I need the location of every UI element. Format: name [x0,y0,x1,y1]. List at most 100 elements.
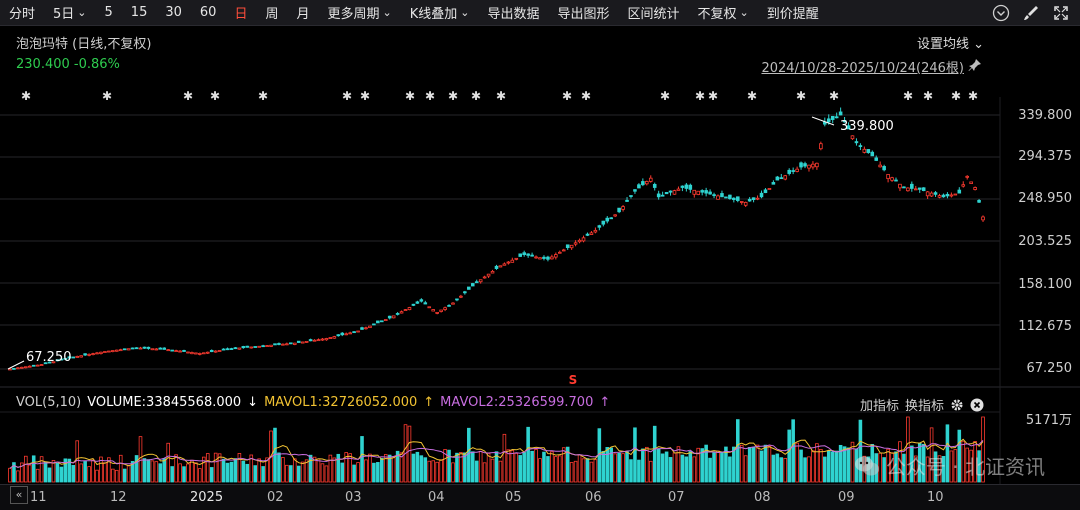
event-marker-icon[interactable]: ✱ [425,89,435,103]
chevron-circle-icon[interactable] [992,4,1010,22]
date-range-link[interactable]: 2024/10/28-2025/10/24(246根) [761,57,964,76]
toolbar-icons [992,0,1070,26]
event-marker-icon[interactable]: ✱ [471,89,481,103]
candle-body [182,350,186,352]
toolbar-item-7[interactable]: 周 [256,0,287,26]
candle-body [506,261,511,264]
expand-icon[interactable] [1052,4,1070,22]
volume-bar [569,462,574,483]
candle-body [194,352,198,355]
event-marker-icon[interactable]: ✱ [183,89,193,103]
event-marker-icon[interactable]: ✱ [258,89,268,103]
time-tick-label: 03 [345,490,362,505]
volume-bar [486,453,491,483]
swap-indicator-button[interactable]: 换指标 [905,395,944,414]
toolbar-item-13[interactable]: 区间统计 [619,0,689,26]
volume-bar [676,446,681,483]
candle-body [696,190,701,195]
event-marker-icon[interactable]: ✱ [496,89,506,103]
event-marker-icon[interactable]: ✱ [581,89,591,103]
candle-body [186,351,190,354]
event-marker-icon[interactable]: ✱ [448,89,458,103]
volume-bar [111,468,115,483]
candle-body [917,187,922,190]
candle-body [474,281,479,284]
volume-bar [633,427,637,483]
volume-bar [613,453,617,483]
candle-body [728,194,732,200]
event-marker-icon[interactable]: ✱ [660,89,670,103]
candle-body [751,197,756,201]
event-marker-icon[interactable]: ✱ [210,89,220,103]
candle-body [71,356,76,359]
toolbar-item-4[interactable]: 30 [156,0,191,26]
event-marker-icon[interactable]: ✱ [829,89,839,103]
time-tick-label: 05 [505,490,522,505]
event-marker-icon[interactable]: ✱ [102,89,112,103]
candle-body [332,336,337,339]
event-marker-icon[interactable]: ✱ [21,89,31,103]
candle-body [419,299,424,302]
candle-body [961,184,966,187]
candle-body [154,348,159,351]
event-marker-icon[interactable]: ✱ [968,89,978,103]
volume-bar [522,452,526,483]
event-s-marker[interactable]: S [569,373,578,387]
pin-icon[interactable] [968,58,982,72]
event-marker-icon[interactable]: ✱ [360,89,370,103]
kline-chart[interactable]: ✱ ✱ ✱ ✱ ✱ ✱ ✱ ✱ ✱ ✱ ✱ ✱ ✱ ✱ ✱ ✱ ✱ ✱ ✱ ✱ ✱ ✱ ✱ ✱ S [0,27,1080,484]
candle-body [637,184,641,189]
toolbar-item-label: 区间统计 [627,7,680,22]
set-ma-dropdown[interactable]: 设置均线 ⌄ [917,33,984,52]
volume-bar [506,449,511,483]
gear-icon[interactable] [950,398,964,412]
event-marker-icon[interactable]: ✱ [951,89,961,103]
toolbar-item-10[interactable]: K线叠加 ⌄ [401,0,479,26]
event-marker-icon[interactable]: ✱ [923,89,933,103]
event-marker-icon[interactable]: ✱ [903,89,913,103]
event-marker-icon[interactable]: ✱ [796,89,806,103]
toolbar-item-14[interactable]: 不复权 ⌄ [689,0,758,26]
add-indicator-button[interactable]: 加指标 [860,395,899,414]
vol-value: VOLUME:33845568.000 [87,395,242,410]
candle-body [791,170,795,172]
toolbar-item-6[interactable]: 日 [225,0,256,26]
candle-body [811,163,815,168]
toolbar-item-8[interactable]: 月 [287,0,318,26]
toolbar-item-12[interactable]: 导出图形 [548,0,618,26]
time-tick-label: 12 [110,490,127,505]
event-marker-icon[interactable]: ✱ [562,89,572,103]
high-arrow [811,116,835,126]
toolbar-item-0[interactable]: 分时 [0,0,44,26]
toolbar-item-label: 30 [165,5,182,20]
candle-body [585,233,590,236]
volume-bar [672,452,677,483]
volume-bar [767,445,772,483]
toolbar-item-1[interactable]: 5日 ⌄ [44,0,96,26]
toolbar-item-11[interactable]: 导出数据 [478,0,548,26]
toolbar-item-2[interactable]: 5 [96,0,122,26]
toolbar-item-label: 5 [104,5,113,20]
event-marker-icon[interactable]: ✱ [708,89,718,103]
volume-bar [577,454,582,483]
vol-indicator-name[interactable]: VOL(5,10) [16,395,81,410]
volume-bar [589,461,594,483]
event-marker-icon[interactable]: ✱ [695,89,705,103]
brush-icon[interactable] [1022,4,1040,22]
toolbar-item-5[interactable]: 60 [191,0,226,26]
candle-body [668,190,673,193]
candle-body [245,345,250,348]
close-icon[interactable] [970,398,984,412]
price-tick-label: 112.675 [1018,319,1072,334]
candle-body [601,220,606,225]
event-marker-icon[interactable]: ✱ [747,89,757,103]
toolbar-item-9[interactable]: 更多周期 ⌄ [318,0,400,26]
candle-body [609,217,613,220]
volume-bar [514,452,519,483]
scroll-left-button[interactable]: « [10,486,28,504]
event-marker-icon[interactable]: ✱ [342,89,352,103]
event-marker-icon[interactable]: ✱ [405,89,415,103]
toolbar-item-3[interactable]: 15 [122,0,157,26]
toolbar-item-15[interactable]: 到价提醒 [758,0,828,26]
volume-bar [625,451,629,483]
